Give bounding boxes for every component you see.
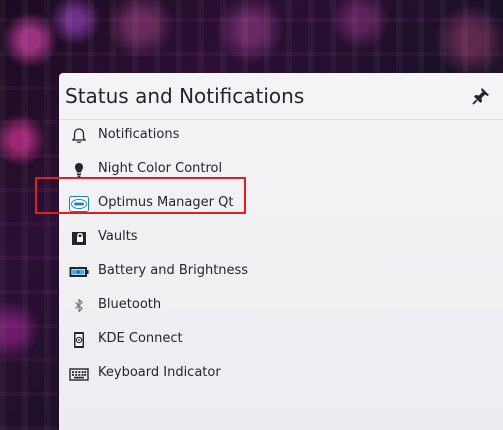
list-item-battery-brightness[interactable]: Battery and Brightness <box>59 255 503 289</box>
list-item-label: Battery and Brightness <box>98 263 249 278</box>
list-item-night-color[interactable]: Night Color Control <box>59 153 503 187</box>
list-item-notifications[interactable]: Notifications <box>59 119 503 153</box>
keyboard-icon <box>69 364 89 384</box>
intel-icon <box>69 194 89 214</box>
panel-header: Status and Notifications <box>59 73 503 120</box>
list-item-keyboard-indicator[interactable]: Keyboard Indicator <box>59 357 503 391</box>
list-item-label: Notifications <box>98 127 180 142</box>
list-item-vaults[interactable]: Vaults <box>59 221 503 255</box>
list-item-label: Bluetooth <box>98 297 162 312</box>
list-item-label: Keyboard Indicator <box>98 365 221 380</box>
battery-icon <box>69 262 89 282</box>
list-item-label: Vaults <box>98 229 138 244</box>
panel-title: Status and Notifications <box>65 84 305 108</box>
bell-icon <box>69 126 89 146</box>
phone-icon <box>69 330 89 350</box>
pin-icon <box>472 88 489 105</box>
list-item-label: KDE Connect <box>98 331 183 346</box>
status-notifications-panel: Status and Notifications Notifications N… <box>59 73 503 430</box>
list-item-bluetooth[interactable]: Bluetooth <box>59 289 503 323</box>
list-item-label: Optimus Manager Qt <box>98 195 234 210</box>
bluetooth-icon <box>69 296 89 316</box>
list-item-optimus-manager[interactable]: Optimus Manager Qt <box>59 187 503 221</box>
list-item-kde-connect[interactable]: KDE Connect <box>59 323 503 357</box>
bulb-icon <box>69 160 89 180</box>
list-item-label: Night Color Control <box>98 161 223 176</box>
pin-button[interactable] <box>471 86 491 106</box>
vault-icon <box>69 228 89 248</box>
